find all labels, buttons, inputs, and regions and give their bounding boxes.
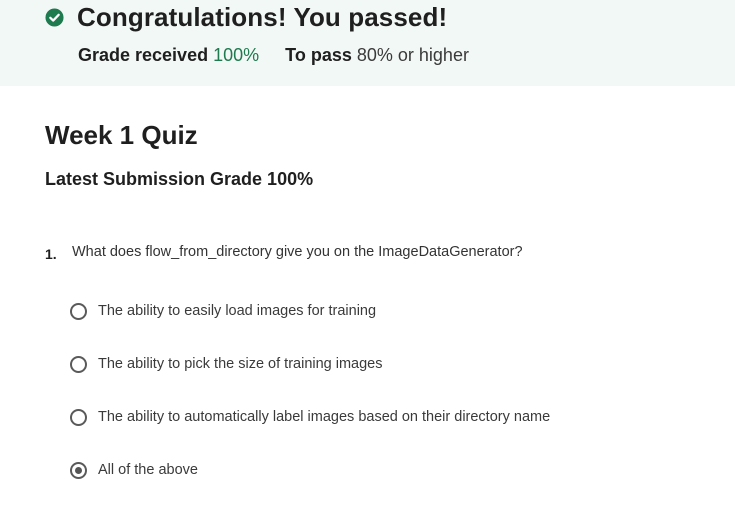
answer-option[interactable]: The ability to easily load images for tr… [70,301,376,321]
pass-banner: Congratulations! You passed! Grade recei… [0,0,735,86]
to-pass-value: 80% or higher [356,45,469,65]
quiz-title: Week 1 Quiz [45,120,198,150]
grade-received-value: 100% [213,45,260,65]
answer-option-label: The ability to automatically label image… [98,409,551,425]
answer-option[interactable]: All of the above [70,460,198,480]
question-text: What does flow_from_directory give you o… [72,244,523,260]
grade-received-label: Grade received [78,45,209,65]
banner-title: Congratulations! You passed! [77,1,448,32]
radio-button[interactable] [70,302,87,320]
latest-submission-grade: Latest Submission Grade 100% [45,169,314,189]
check-circle-icon [45,7,64,27]
question-number: 1. [45,246,57,262]
answer-option-label: All of the above [98,462,198,478]
answer-option-label: The ability to easily load images for tr… [98,303,377,319]
radio-button[interactable] [70,355,87,373]
radio-button[interactable] [70,461,87,479]
to-pass-label: To pass [285,45,352,65]
answer-option-label: The ability to pick the size of training… [98,356,383,372]
radio-button[interactable] [70,408,87,426]
banner-header: Congratulations! You passed! [45,2,447,32]
answer-option[interactable]: The ability to automatically label image… [70,407,550,427]
answer-option[interactable]: The ability to pick the size of training… [70,354,383,374]
grade-summary: Grade received 100% To pass 80% or highe… [78,45,469,66]
